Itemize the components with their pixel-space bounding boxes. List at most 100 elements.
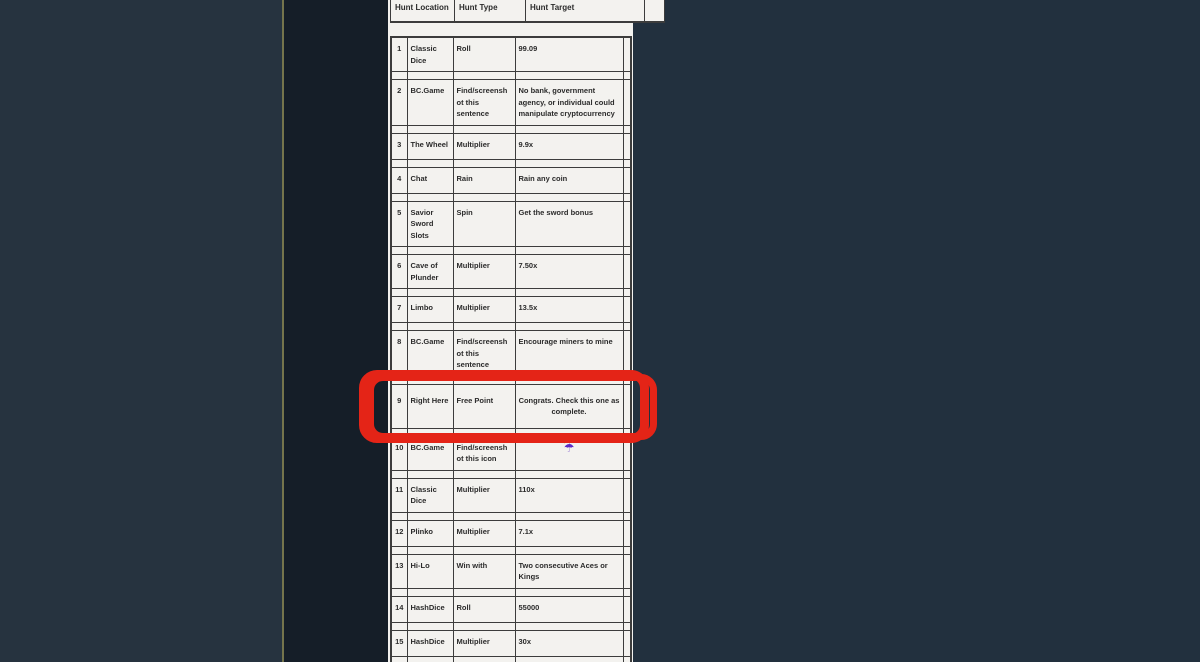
table-row: 5Savior Sword SlotsSpinGet the sword bon… [391, 201, 631, 247]
spacer-row [391, 588, 631, 596]
spacer-row [391, 656, 631, 662]
spacer-cell [391, 656, 407, 662]
table-row: 4ChatRainRain any coin [391, 167, 631, 193]
spacer-row [391, 622, 631, 630]
spacer-cell [407, 376, 453, 384]
spacer-cell [391, 588, 407, 596]
spacer-cell [515, 588, 623, 596]
row-number-cell: 1 [391, 37, 407, 72]
spacer-cell [407, 546, 453, 554]
spacer-row [391, 247, 631, 255]
spacer-cell [407, 470, 453, 478]
spacer-cell [515, 193, 623, 201]
table-row: 6Cave of PlunderMultiplier7.50x [391, 255, 631, 289]
hunt-target-cell: ☂✦✦ [515, 436, 623, 470]
spacer-cell [407, 72, 453, 80]
table-row: 11Classic DiceMultiplier110x [391, 478, 631, 512]
hunt-location-cell: HashDice [407, 596, 453, 622]
spacer-row [391, 428, 631, 436]
hunt-location-cell: Hi-Lo [407, 554, 453, 588]
hunt-location-cell: Limbo [407, 297, 453, 323]
spacer-row [391, 159, 631, 167]
hunt-target-cell: Get the sword bonus [515, 201, 623, 247]
spacer-cell [515, 159, 623, 167]
hunt-location-cell: HashDice [407, 630, 453, 656]
spacer-cell [515, 125, 623, 133]
row-number-cell: 8 [391, 331, 407, 377]
spacer-cell [623, 323, 631, 331]
spacer-cell [623, 247, 631, 255]
hunt-type-cell: Win with [453, 554, 515, 588]
spacer-cell [407, 512, 453, 520]
row-number-cell: 4 [391, 167, 407, 193]
table-row: 8BC.GameFind/screenshot this sentenceEnc… [391, 331, 631, 377]
spreadsheet-image[interactable]: Hunt Location Hunt Type Hunt Target 1Cla… [388, 0, 633, 662]
spacer-cell [453, 323, 515, 331]
hunt-target-cell: 7.50x [515, 255, 623, 289]
spacer-cell [407, 289, 453, 297]
row-number-cell: 13 [391, 554, 407, 588]
spacer-row [391, 376, 631, 384]
spacer-row [391, 470, 631, 478]
table-row: 2BC.GameFind/screenshot this sentenceNo … [391, 80, 631, 126]
hunt-target-cell: 55000 [515, 596, 623, 622]
spacer-cell [453, 72, 515, 80]
spacer-cell [623, 512, 631, 520]
spacer-row [391, 546, 631, 554]
row-number-cell: 5 [391, 201, 407, 247]
spacer-cell [407, 323, 453, 331]
hunt-type-cell: Multiplier [453, 478, 515, 512]
hunt-type-cell: Spin [453, 201, 515, 247]
hunt-table: 1Classic DiceRoll99.092BC.GameFind/scree… [390, 36, 632, 662]
spacer-cell [623, 289, 631, 297]
spacer-cell [453, 622, 515, 630]
table-row: 12PlinkoMultiplier7.1x [391, 520, 631, 546]
hunt-location-cell: Right Here [407, 384, 453, 428]
screenshot-root: Hunt Location Hunt Type Hunt Target 1Cla… [0, 0, 1200, 662]
hunt-target-cell: 110x [515, 478, 623, 512]
spacer-cell [391, 376, 407, 384]
row-empty-cell [623, 80, 631, 126]
spacer-cell [391, 546, 407, 554]
header-hunt-location: Hunt Location [391, 0, 455, 22]
hunt-type-cell: Roll [453, 37, 515, 72]
row-empty-cell [623, 133, 631, 159]
hunt-target-cell: Rain any coin [515, 167, 623, 193]
table-row: 10BC.GameFind/screenshot this icon☂✦✦ [391, 436, 631, 470]
row-number-cell: 10 [391, 436, 407, 470]
spacer-cell [623, 159, 631, 167]
spacer-cell [623, 622, 631, 630]
row-number-cell: 15 [391, 630, 407, 656]
hunt-location-cell: BC.Game [407, 331, 453, 377]
spacer-cell [515, 512, 623, 520]
row-empty-cell [623, 331, 631, 377]
spacer-row [391, 193, 631, 201]
spacer-cell [453, 125, 515, 133]
spacer-cell [623, 125, 631, 133]
hunt-location-cell: Chat [407, 167, 453, 193]
table-row: 15HashDiceMultiplier30x [391, 630, 631, 656]
spacer-cell [623, 72, 631, 80]
row-empty-cell [623, 596, 631, 622]
spacer-cell [623, 470, 631, 478]
spacer-cell [391, 125, 407, 133]
spacer-cell [515, 656, 623, 662]
row-empty-cell [623, 37, 631, 72]
header-empty-cell [645, 0, 665, 22]
spacer-row [391, 323, 631, 331]
hunt-type-cell: Free Point [453, 384, 515, 428]
spacer-cell [515, 622, 623, 630]
hunt-type-cell: Multiplier [453, 520, 515, 546]
spacer-cell [407, 428, 453, 436]
spacer-cell [407, 247, 453, 255]
hunt-type-cell: Multiplier [453, 630, 515, 656]
hunt-location-cell: BC.Game [407, 436, 453, 470]
hunt-type-cell: Rain [453, 167, 515, 193]
row-number-cell: 2 [391, 80, 407, 126]
hunt-target-cell: Two consecutive Aces or Kings [515, 554, 623, 588]
spacer-cell [391, 428, 407, 436]
spacer-cell [453, 588, 515, 596]
spacer-cell [391, 289, 407, 297]
hunt-table-header: Hunt Location Hunt Type Hunt Target [390, 0, 665, 23]
row-number-cell: 14 [391, 596, 407, 622]
